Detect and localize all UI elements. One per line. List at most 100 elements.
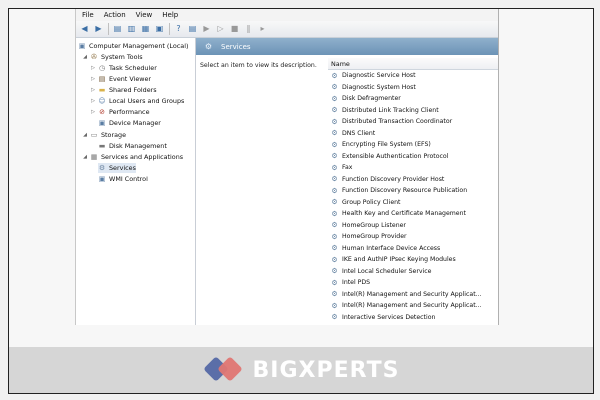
expand-icon[interactable]: ▷ xyxy=(90,98,96,104)
service-row[interactable]: ⚙ Encrypting File System (EFS) xyxy=(328,139,498,151)
name-column-header[interactable]: Name xyxy=(328,58,498,70)
expand-icon[interactable]: ▷ xyxy=(90,76,96,82)
menu-view[interactable]: View xyxy=(136,11,153,19)
back-icon[interactable]: ◀ xyxy=(79,24,90,34)
service-name: Fax xyxy=(342,164,353,172)
expand-icon[interactable]: ▷ xyxy=(90,65,96,71)
tree-task-scheduler-label: Task Scheduler xyxy=(109,64,157,72)
performance-icon: ⊘ xyxy=(99,107,105,116)
computer-management-window: File Action View Help ◀ ▶ ▤ ▥ ▦ ▣ ? ▤ ▶ … xyxy=(75,9,499,325)
service-row[interactable]: ⚙ HomeGroup Listener xyxy=(328,220,498,232)
service-name: Distributed Link Tracking Client xyxy=(342,106,439,114)
service-row[interactable]: ⚙ IKE and AuthIP IPsec Keying Modules xyxy=(328,254,498,266)
service-row[interactable]: ⚙ Intel(R) Management and Security Applic… xyxy=(328,300,498,312)
menu-bar: File Action View Help xyxy=(76,9,498,21)
service-row[interactable]: ⚙ Intel PDS xyxy=(328,277,498,289)
toolbar-separator-2 xyxy=(169,23,170,35)
collapse-icon[interactable]: ◢ xyxy=(82,132,88,138)
gear-icon: ⚙ xyxy=(331,186,338,195)
service-name: HomeGroup Listener xyxy=(342,221,406,229)
tree-wmi-control[interactable]: ▣ WMI Control xyxy=(98,174,148,184)
service-row[interactable]: ⚙ Intel(R) Management and Security Applic… xyxy=(328,289,498,301)
gear-icon: ⚙ xyxy=(331,83,338,92)
service-row[interactable]: ⚙ Function Discovery Resource Publication xyxy=(328,185,498,197)
export-list-icon[interactable]: ▤ xyxy=(187,24,198,34)
service-row[interactable]: ⚙ Group Policy Client xyxy=(328,197,498,209)
properties-icon[interactable]: ▦ xyxy=(140,24,151,34)
tree-services[interactable]: ⚙ Services xyxy=(98,163,136,173)
gear-icon: ⚙ xyxy=(331,267,338,276)
service-row[interactable]: ⚙ Diagnostic System Host xyxy=(328,82,498,94)
service-name: IKE and AuthIP IPsec Keying Modules xyxy=(342,256,456,264)
service-name: Health Key and Certificate Management xyxy=(342,210,466,218)
tree-services-label: Services xyxy=(109,164,136,172)
tree-shared-folders-label: Shared Folders xyxy=(109,86,157,94)
service-name: Intel PDS xyxy=(342,279,371,287)
service-row[interactable]: ⚙ Distributed Link Tracking Client xyxy=(328,105,498,117)
service-row[interactable]: ⚙ Diagnostic Service Host xyxy=(328,70,498,82)
restart-service-icon[interactable]: ▸ xyxy=(257,24,268,34)
tree-event-viewer-label: Event Viewer xyxy=(109,75,152,83)
service-row[interactable]: ⚙ Function Discovery Provider Host xyxy=(328,174,498,186)
start-service-2-icon[interactable]: ▷ xyxy=(215,24,226,34)
tree-event-viewer[interactable]: ▷ ▤ Event Viewer xyxy=(90,74,151,84)
console-tree: ▣ Computer Management (Local) ◢ ✇ System… xyxy=(76,38,196,325)
tree-local-users[interactable]: ▷ ☺ Local Users and Groups xyxy=(90,96,184,106)
service-row[interactable]: ⚙ DNS Client xyxy=(328,128,498,140)
tree-performance[interactable]: ▷ ⊘ Performance xyxy=(90,107,149,117)
menu-file[interactable]: File xyxy=(82,11,94,19)
gear-icon: ⚙ xyxy=(331,198,338,207)
tree-wmi-control-label: WMI Control xyxy=(109,175,148,183)
collapse-icon[interactable]: ◢ xyxy=(82,54,88,60)
refresh-icon[interactable]: ▣ xyxy=(154,24,165,34)
service-name: DNS Client xyxy=(342,129,376,137)
gear-icon: ⚙ xyxy=(331,209,338,218)
up-folder-icon[interactable]: ▤ xyxy=(112,24,123,34)
forward-icon[interactable]: ▶ xyxy=(93,24,104,34)
tree-device-manager[interactable]: ▣ Device Manager xyxy=(98,118,161,128)
service-row[interactable]: ⚙ HomeGroup Provider xyxy=(328,231,498,243)
brand-name: BIGXPERTS xyxy=(252,357,400,383)
show-hide-tree-icon[interactable]: ▥ xyxy=(126,24,137,34)
tree-services-apps[interactable]: ◢ ▦ Services and Applications xyxy=(82,152,183,162)
tree-shared-folders[interactable]: ▷ ▬ Shared Folders xyxy=(90,85,157,95)
service-row[interactable]: ⚙ Health Key and Certificate Management xyxy=(328,208,498,220)
event-viewer-icon: ▤ xyxy=(98,74,106,83)
service-name: Function Discovery Provider Host xyxy=(342,175,445,183)
gear-icon: ⚙ xyxy=(331,278,338,287)
tree-disk-management[interactable]: ▬ Disk Management xyxy=(98,141,167,151)
collapse-icon[interactable]: ◢ xyxy=(82,154,88,160)
menu-action[interactable]: Action xyxy=(104,11,126,19)
services-rows: ⚙ Diagnostic Service Host ⚙ Diagnostic Syst… xyxy=(328,70,498,323)
computer-icon: ▣ xyxy=(78,41,86,50)
service-row[interactable]: ⚙ Human Interface Device Access xyxy=(328,243,498,255)
service-row[interactable]: ⚙ Extensible Authentication Protocol xyxy=(328,151,498,163)
expand-icon[interactable]: ▷ xyxy=(90,87,96,93)
service-row[interactable]: ⚙ Interactive Services Detection xyxy=(328,312,498,324)
services-panel: ⚙ Services Select an item to view its de… xyxy=(196,38,498,325)
clock-icon: ◷ xyxy=(98,63,106,72)
service-row[interactable]: ⚙ Intel Local Scheduler Service xyxy=(328,266,498,278)
service-row[interactable]: ⚙ Distributed Transaction Coordinator xyxy=(328,116,498,128)
gear-icon: ⚙ xyxy=(331,221,338,230)
start-service-icon[interactable]: ▶ xyxy=(201,24,212,34)
gear-icon: ⚙ xyxy=(331,163,338,172)
tree-system-tools[interactable]: ◢ ✇ System Tools xyxy=(82,52,143,62)
tools-icon: ✇ xyxy=(91,52,97,61)
gear-icon: ⚙ xyxy=(331,175,338,184)
help-icon[interactable]: ? xyxy=(173,24,184,34)
gear-icon: ⚙ xyxy=(331,152,338,161)
service-row[interactable]: ⚙ Fax xyxy=(328,162,498,174)
tree-services-apps-label: Services and Applications xyxy=(101,153,184,161)
tree-task-scheduler[interactable]: ▷ ◷ Task Scheduler xyxy=(90,63,157,73)
menu-help[interactable]: Help xyxy=(162,11,178,19)
pause-service-icon[interactable]: ‖ xyxy=(243,24,254,34)
service-row[interactable]: ⚙ Disk Defragmenter xyxy=(328,93,498,105)
stop-service-icon[interactable]: ■ xyxy=(229,24,240,34)
gear-icon: ⚙ xyxy=(331,244,338,253)
service-name: Human Interface Device Access xyxy=(342,244,441,252)
tree-storage[interactable]: ◢ ▭ Storage xyxy=(82,130,126,140)
expand-icon[interactable]: ▷ xyxy=(90,109,96,115)
name-column-label: Name xyxy=(331,59,350,68)
tree-root[interactable]: ▣ Computer Management (Local) xyxy=(78,41,189,51)
